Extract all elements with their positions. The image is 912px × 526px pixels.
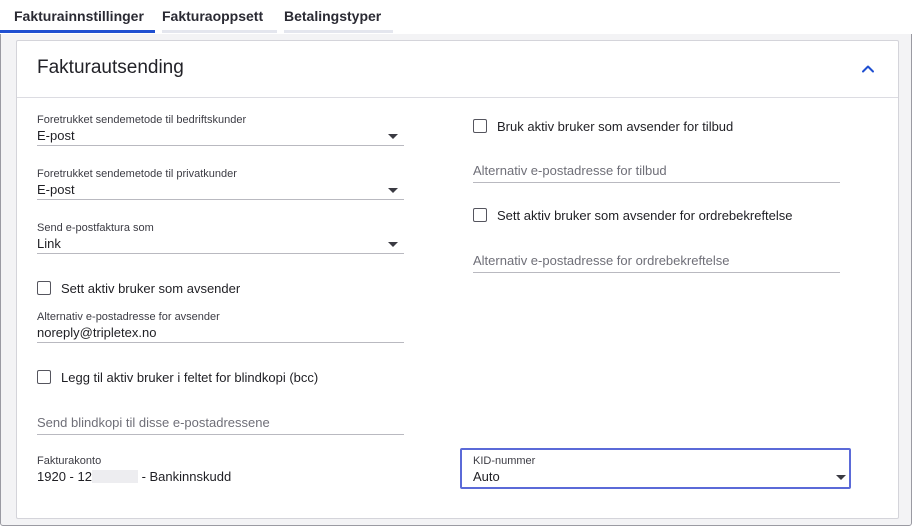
field-value: Auto — [473, 469, 500, 484]
quote-active-sender-checkbox[interactable]: Bruk aktiv bruker som avsender for tilbu… — [473, 119, 813, 135]
section-header: Fakturautsending — [17, 41, 898, 98]
field-label: Foretrukket sendemetode til bedriftskund… — [37, 114, 247, 126]
field-label: Alternativ e-postadresse for avsender — [37, 311, 220, 323]
order-active-sender-checkbox[interactable]: Sett aktiv bruker som avsender for ordre… — [473, 208, 853, 224]
tab-indicator — [284, 30, 393, 33]
checkbox-box[interactable] — [473, 208, 487, 222]
field-placeholder: Alternativ e-postadresse for ordrebekref… — [473, 253, 730, 268]
field-value: E-post — [37, 128, 75, 143]
account-number: 1920 - 12 — [37, 469, 92, 484]
quote-alt-email-input[interactable]: Alternativ e-postadresse for tilbud — [473, 159, 840, 183]
private-method-select[interactable]: Foretrukket sendemetode til privatkunder… — [37, 168, 404, 200]
field-value: Link — [37, 236, 61, 251]
field-value: noreply@tripletex.no — [37, 325, 157, 340]
redacted-block — [91, 470, 138, 483]
section-card: Fakturautsending Foretrukket sendemetode… — [16, 40, 899, 519]
tab-label: Fakturaoppsett — [162, 8, 264, 24]
tab-betalingstyper[interactable]: Betalingstyper — [284, 0, 393, 33]
field-label: Foretrukket sendemetode til privatkunder — [37, 168, 237, 180]
field-underline — [37, 434, 404, 435]
invoice-account-field: Fakturakonto 1920 - 12 - Bankinnskudd — [37, 455, 404, 487]
field-value: E-post — [37, 182, 75, 197]
tab-fakturaoppsett[interactable]: Fakturaoppsett — [162, 0, 277, 33]
tab-bar: Fakturainnstillinger Fakturaoppsett Beta… — [0, 0, 912, 34]
caret-down-icon — [388, 242, 398, 247]
field-placeholder: Send blindkopi til disse e-postadressene — [37, 415, 270, 430]
checkbox-label: Sett aktiv bruker som avsender for ordre… — [497, 208, 793, 223]
caret-down-icon — [836, 475, 846, 480]
checkbox-box[interactable] — [37, 281, 51, 295]
tab-indicator — [0, 30, 155, 33]
checkbox-label: Legg til aktiv bruker i feltet for blind… — [61, 370, 319, 385]
field-underline — [473, 182, 840, 183]
field-label: Send e-postfaktura som — [37, 222, 154, 234]
checkbox-label: Bruk aktiv bruker som avsender for tilbu… — [497, 119, 734, 134]
business-method-select[interactable]: Foretrukket sendemetode til bedriftskund… — [37, 114, 404, 146]
alt-sender-email-field[interactable]: Alternativ e-postadresse for avsender no… — [37, 311, 404, 343]
checkbox-box[interactable] — [37, 370, 51, 384]
section-title: Fakturautsending — [37, 57, 184, 78]
field-underline — [37, 253, 404, 254]
field-underline — [37, 342, 404, 343]
email-invoice-as-select[interactable]: Send e-postfaktura som Link — [37, 222, 404, 254]
caret-down-icon — [388, 134, 398, 139]
tab-fakturainnstillinger[interactable]: Fakturainnstillinger — [0, 0, 155, 33]
checkbox-box[interactable] — [473, 119, 487, 133]
order-alt-email-input[interactable]: Alternativ e-postadresse for ordrebekref… — [473, 249, 840, 273]
active-user-sender-checkbox[interactable]: Sett aktiv bruker som avsender — [37, 281, 337, 297]
field-label: Fakturakonto — [37, 455, 102, 467]
tab-label: Fakturainnstillinger — [14, 8, 144, 24]
account-name: - Bankinnskudd — [141, 469, 232, 484]
field-underline — [37, 145, 404, 146]
field-placeholder: Alternativ e-postadresse for tilbud — [473, 163, 667, 178]
field-underline — [37, 199, 404, 200]
field-value: 1920 - 12 - Bankinnskudd — [37, 469, 231, 484]
tab-label: Betalingstyper — [284, 8, 382, 24]
bcc-active-user-checkbox[interactable]: Legg til aktiv bruker i feltet for blind… — [37, 370, 417, 386]
field-label: KID-nummer — [473, 455, 536, 467]
kid-number-select[interactable]: KID-nummer Auto — [473, 455, 846, 485]
caret-down-icon — [388, 188, 398, 193]
chevron-up-icon[interactable] — [860, 61, 876, 77]
field-underline — [473, 272, 840, 273]
tab-indicator — [162, 30, 277, 33]
checkbox-label: Sett aktiv bruker som avsender — [61, 281, 241, 296]
bcc-addresses-input[interactable]: Send blindkopi til disse e-postadressene — [37, 411, 404, 435]
